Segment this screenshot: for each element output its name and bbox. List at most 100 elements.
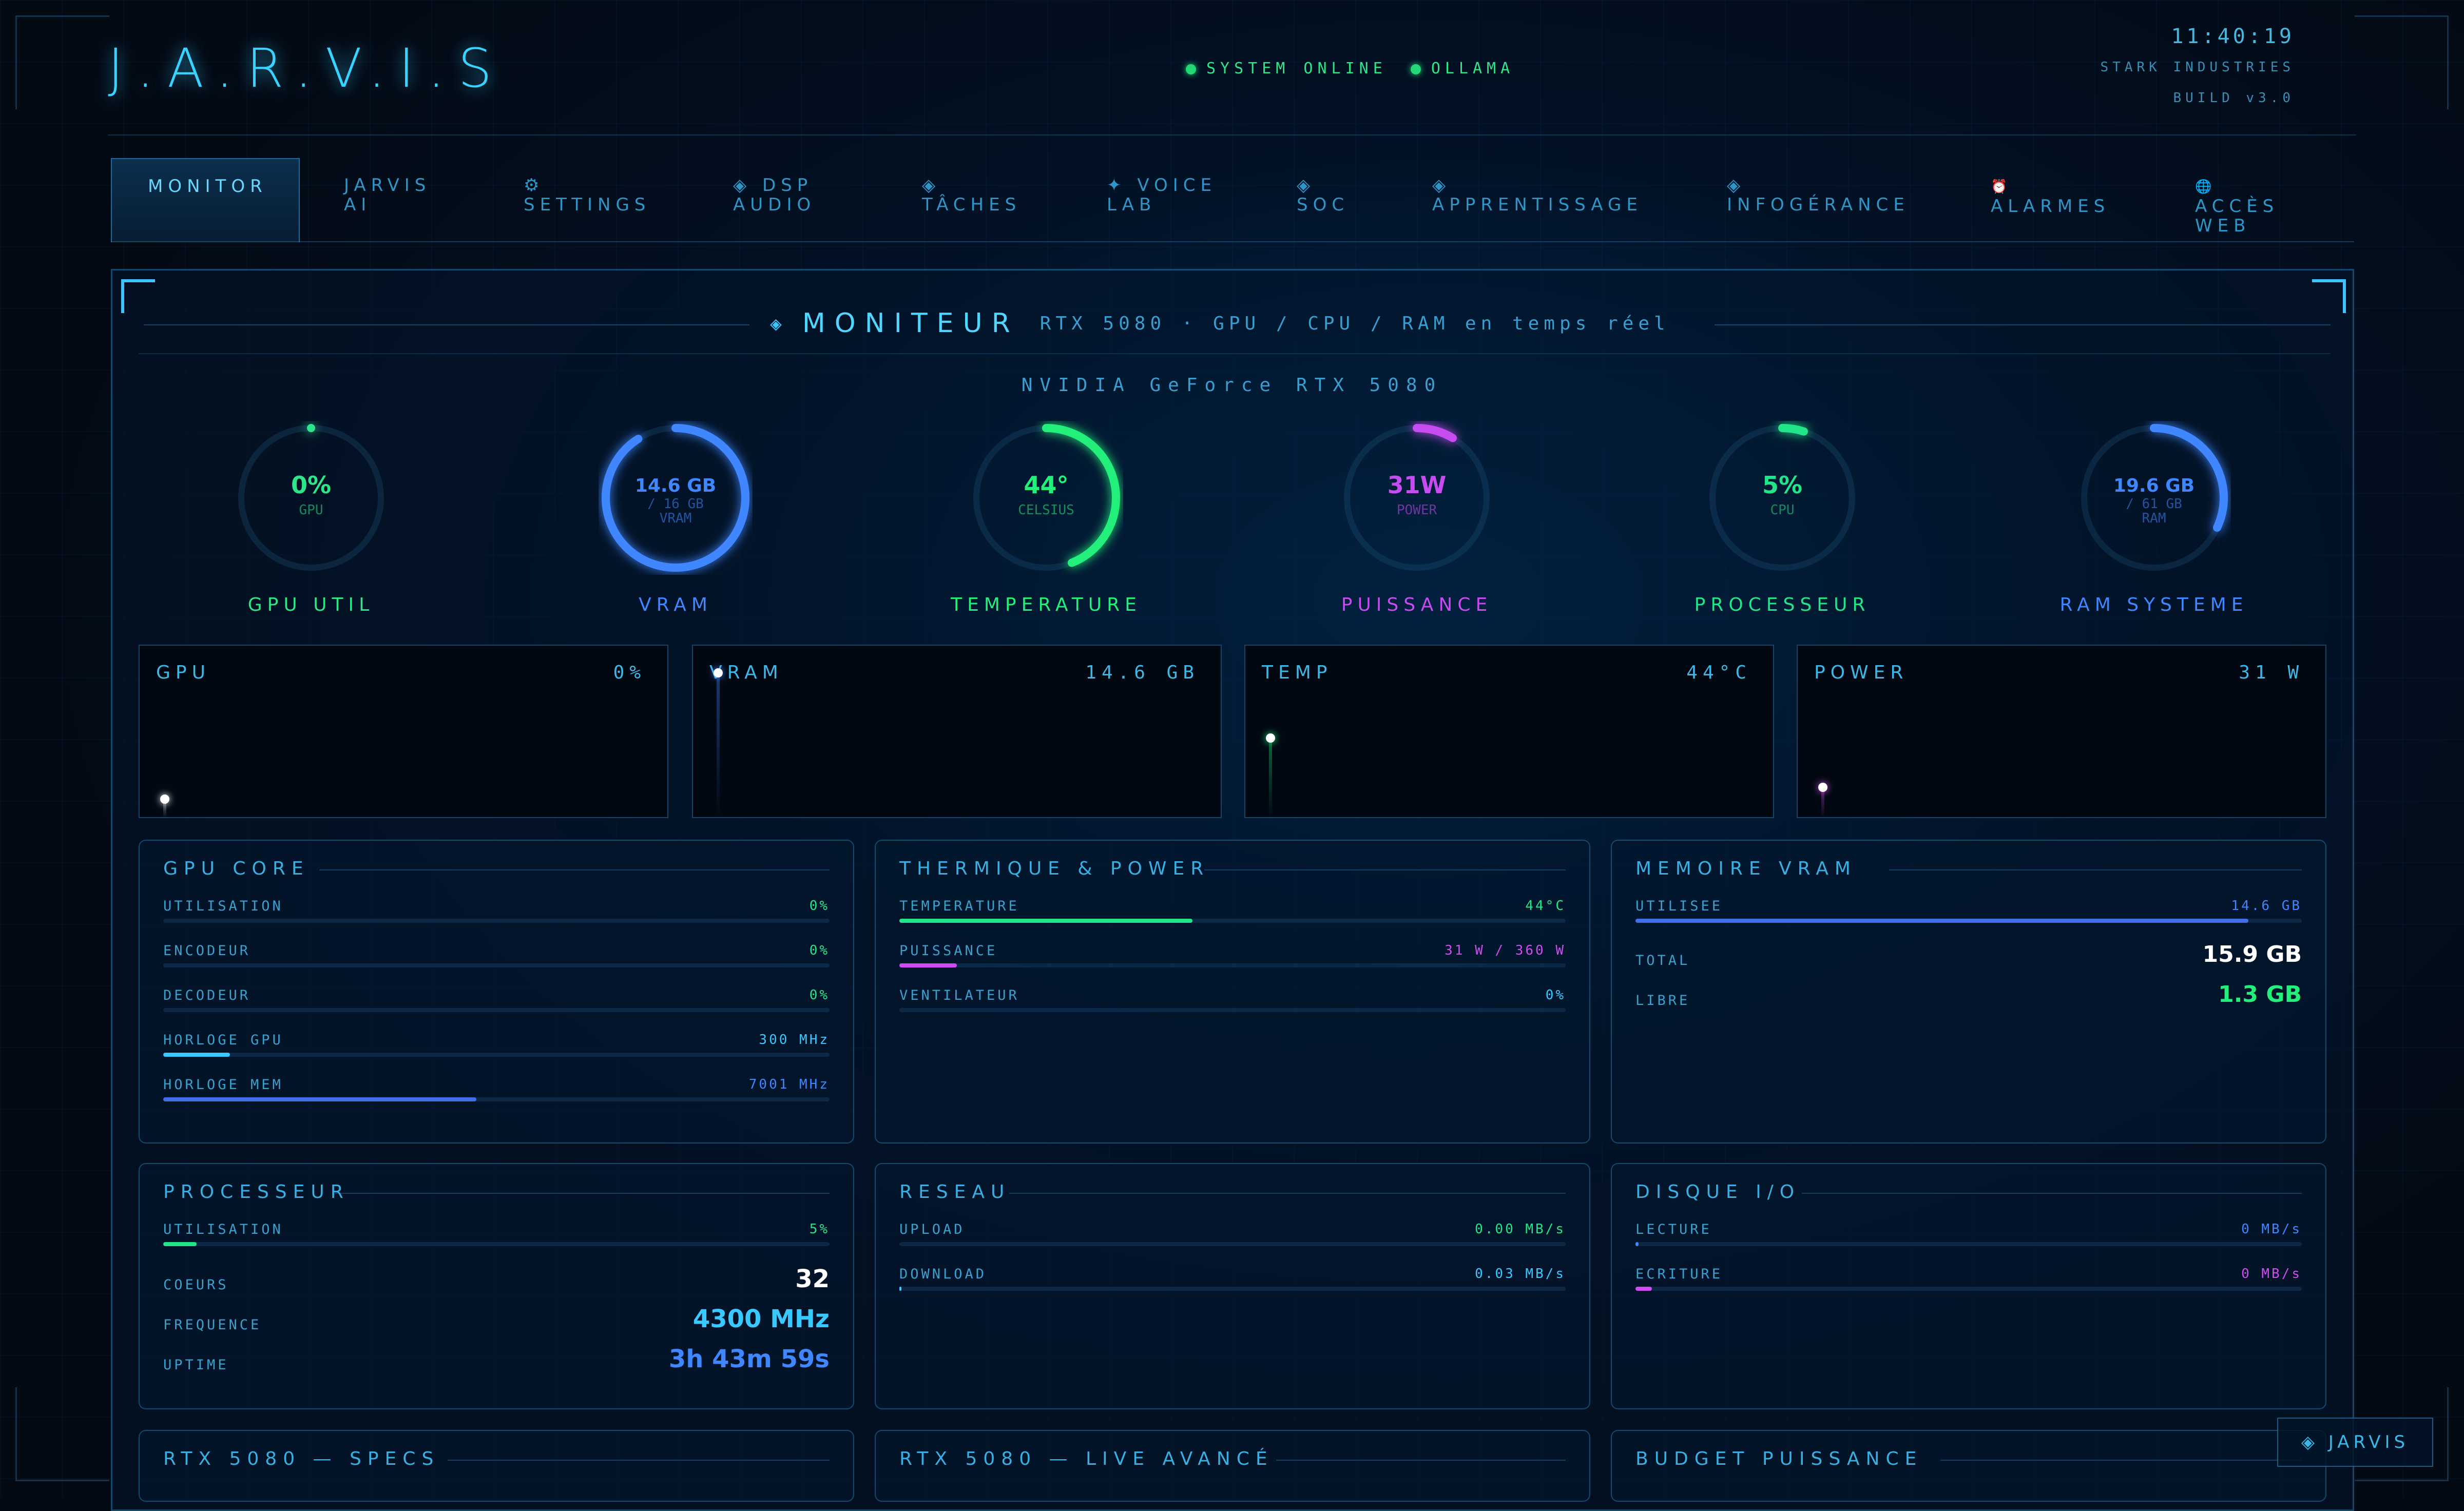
card-rtx-live: RTX 5080 — LIVE AVANCÉ — [875, 1430, 1590, 1502]
sparkline-point — [160, 795, 169, 804]
tab-jarvis-ai[interactable]: JARVIS AI — [344, 158, 457, 242]
frame-corner — [15, 15, 109, 109]
tab-dsp-audio[interactable]: ◈ DSP AUDIO — [733, 158, 836, 242]
progress-track — [163, 919, 830, 923]
tab-label: INFOGÉRANCE — [1727, 195, 1910, 215]
status-ollama: OLLAMA — [1410, 60, 1514, 78]
uptime-value: 3h 43m 59s — [668, 1345, 830, 1373]
gauge-puissance: 31W POWER PUISSANCE — [1335, 421, 1499, 616]
gauge-label: PUISSANCE — [1341, 594, 1493, 615]
status-dot-icon — [1410, 64, 1421, 74]
gpu-name: NVIDIA GeForce RTX 5080 — [1021, 375, 1443, 396]
row-value: 31 W / 360 W — [1445, 943, 1566, 958]
globe-icon: 🌐 — [2195, 179, 2217, 195]
card-title: RESEAU — [899, 1181, 1011, 1203]
jarvis-floating-button[interactable]: ◈ JARVIS — [2277, 1418, 2433, 1467]
sparkline-value: 31 W — [2239, 662, 2304, 683]
card-title: PROCESSEUR — [163, 1181, 350, 1203]
diamond-icon: ◈ — [1727, 175, 1746, 196]
tab-alarmes[interactable]: ⏰ ALARMES — [1991, 158, 2124, 242]
gauge-sub: / 16 GB — [647, 496, 704, 512]
card-title-rule — [448, 1460, 830, 1461]
sparkline-power: POWER 31 W — [1797, 645, 2326, 818]
title-rule-left — [144, 324, 749, 325]
row-value: 0.00 MB/s — [1475, 1222, 1566, 1237]
progress-track — [163, 1242, 830, 1246]
tab-soc[interactable]: ◈ SOC — [1297, 158, 1369, 242]
sparkline-trail — [1269, 739, 1272, 818]
gauge-value: 5% — [1762, 471, 1803, 499]
status-system-label: SYSTEM ONLINE — [1206, 60, 1387, 78]
progress-track — [899, 1287, 1566, 1291]
section-subtitle: RTX 5080 · GPU / CPU / RAM en temps réel — [1040, 313, 1670, 334]
metric-row-decodeur: DECODEUR 0% — [163, 987, 830, 1012]
build-version: BUILD v3.0 — [2173, 90, 2295, 106]
card-title: RTX 5080 — LIVE AVANCÉ — [899, 1448, 1274, 1469]
tab-acces-web[interactable]: 🌐 ACCÈS WEB — [2195, 158, 2313, 242]
metric-row-horloge-gpu: HORLOGE GPU 300 MHz — [163, 1032, 830, 1057]
metric-row-puissance: PUISSANCE 31 W / 360 W — [899, 943, 1566, 967]
card-power-budget: BUDGET PUISSANCE — [1611, 1430, 2326, 1502]
progress-track — [899, 963, 1566, 967]
gauge-value: 31W — [1387, 471, 1447, 499]
tab-settings[interactable]: ⚙ SETTINGS — [524, 158, 657, 242]
progress-track — [899, 919, 1566, 923]
gauge-value: 0% — [291, 471, 332, 499]
card-title-rule — [1802, 1193, 2302, 1194]
row-value: 300 MHz — [759, 1032, 830, 1048]
alarm-clock-icon: ⏰ — [1991, 179, 2013, 195]
gauge-sub: / 61 GB — [2126, 496, 2182, 512]
card-title-rule — [1940, 1460, 2302, 1461]
card-title: THERMIQUE & POWER — [899, 858, 1210, 879]
metric-row-ecriture: ECRITURE 0 MB/s — [1635, 1266, 2302, 1291]
section-header: ◈ MONITEUR RTX 5080 · GPU / CPU / RAM en… — [770, 308, 1670, 339]
clock: 11:40:19 — [2171, 25, 2295, 48]
row-value: 0 MB/s — [2241, 1222, 2302, 1237]
progress-fill — [899, 919, 1193, 923]
row-label: UTILISATION — [163, 898, 283, 914]
row-value: 5% — [809, 1222, 830, 1237]
tab-infogerance[interactable]: ◈ INFOGÉRANCE — [1727, 158, 1922, 242]
tab-apprentissage[interactable]: ◈ APPRENTISSAGE — [1432, 158, 1658, 242]
uptime-label: UPTIME — [163, 1357, 229, 1373]
tab-monitor[interactable]: MONITOR — [111, 158, 300, 242]
tab-label: SETTINGS — [524, 195, 651, 215]
sparkline-label: TEMP — [1262, 662, 1333, 683]
card-title: RTX 5080 — SPECS — [163, 1448, 440, 1469]
progress-fill — [899, 963, 957, 967]
card-title-rule — [1009, 1193, 1566, 1194]
row-label: PUISSANCE — [899, 943, 998, 959]
sparkline-label: POWER — [1814, 662, 1909, 683]
gauge-label: VRAM — [639, 594, 713, 615]
gauge-sub2: VRAM — [659, 511, 692, 526]
cpu-cores-label: COEURS — [163, 1277, 229, 1293]
progress-track — [1635, 1287, 2302, 1291]
row-value: 0% — [809, 943, 830, 958]
cpu-frequency-value: 4300 MHz — [692, 1305, 830, 1333]
section-title: MONITEUR — [802, 308, 1019, 339]
panel-corner-bracket — [121, 279, 155, 313]
card-title: BUDGET PUISSANCE — [1635, 1448, 1923, 1469]
row-label: HORLOGE MEM — [163, 1077, 283, 1093]
progress-track — [163, 963, 830, 967]
gauge-sub: CPU — [1770, 502, 1795, 518]
tab-label: MONITOR — [148, 176, 267, 197]
progress-fill — [1635, 1287, 1652, 1291]
vram-used-row: UTILISEE 14.6 GB — [1635, 898, 2302, 923]
diamond-icon: ◈ — [1432, 175, 1451, 196]
metric-row-utilisation: UTILISATION 0% — [163, 898, 830, 923]
progress-track — [163, 1053, 830, 1057]
card-title-rule — [1204, 869, 1566, 870]
progress-fill — [1635, 1242, 1639, 1246]
card-gpu-core: GPU CORE UTILISATION 0% ENCODEUR 0% DECODEUR… — [139, 840, 854, 1144]
tab-label: ALARMES — [1991, 196, 2110, 217]
progress-track — [1635, 1242, 2302, 1246]
row-label: LECTURE — [1635, 1222, 1712, 1237]
tab-voice-lab[interactable]: ✦ VOICE LAB — [1107, 158, 1230, 242]
row-label: DOWNLOAD — [899, 1266, 987, 1282]
sparkline-gpu: GPU 0% — [139, 645, 668, 818]
tab-taches[interactable]: ◈ TÂCHES — [922, 158, 1040, 242]
progress-track — [163, 1008, 830, 1012]
gauge-ram-systeme: 19.6 GB/ 61 GB RAM RAM SYSTEME — [2060, 421, 2243, 616]
diamond-icon: ◈ — [733, 175, 752, 196]
